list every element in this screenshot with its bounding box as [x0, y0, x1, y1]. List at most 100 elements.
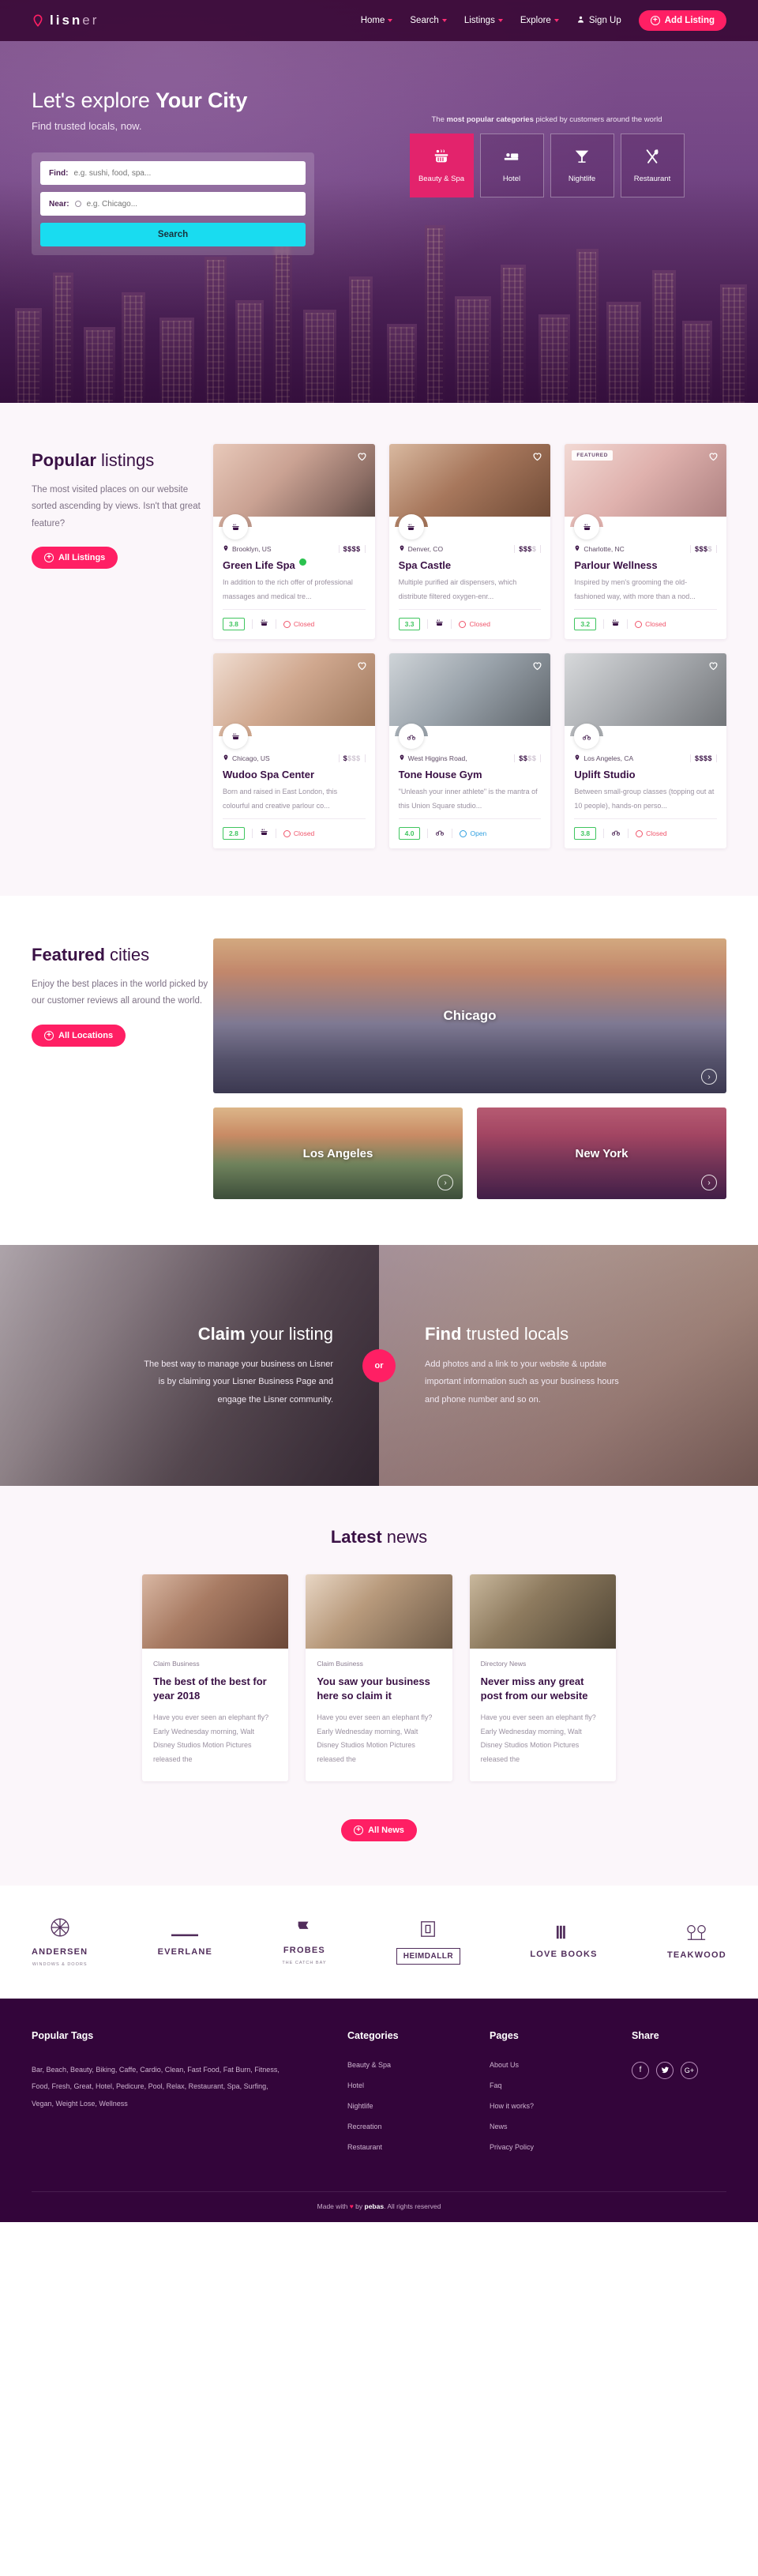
footer-category-link[interactable]: Recreation [347, 2123, 490, 2130]
all-listings-button[interactable]: + All Listings [32, 546, 118, 569]
near-field[interactable]: Near: [40, 192, 306, 216]
find-input[interactable] [73, 168, 297, 178]
cocktail-icon [573, 148, 591, 169]
claim-listing-panel[interactable]: Claim your listing The best way to manag… [0, 1245, 379, 1486]
google-plus-icon[interactable]: G+ [681, 2061, 698, 2079]
city-tile-chicago[interactable]: Chicago › [213, 938, 726, 1093]
arrow-right-icon[interactable]: › [437, 1175, 453, 1190]
category-tile-beauty-spa[interactable]: Beauty & Spa [409, 134, 474, 197]
category-tile-restaurant[interactable]: Restaurant [620, 134, 685, 197]
news-headline[interactable]: You saw your business here so claim it [317, 1675, 441, 1703]
listing-card[interactable]: Los Angeles, CA $$$$ Uplift Studio Between … [565, 653, 726, 848]
listing-card[interactable]: Chicago, US $$$$ Wudoo Spa Center Born and … [213, 653, 375, 848]
near-input[interactable] [86, 199, 297, 209]
find-field[interactable]: Find: [40, 161, 306, 185]
brand-logo[interactable]: lisner [32, 13, 99, 28]
all-locations-label: All Locations [58, 1030, 114, 1040]
news-category[interactable]: Claim Business [153, 1660, 277, 1668]
all-locations-button[interactable]: + All Locations [32, 1024, 126, 1047]
city-tile-los-angeles[interactable]: Los Angeles › [213, 1107, 463, 1199]
news-category[interactable]: Directory News [481, 1660, 605, 1668]
listing-card[interactable]: Brooklyn, US $$$$ Green Life Spa In additio… [213, 444, 375, 639]
twitter-icon[interactable] [656, 2061, 674, 2079]
copyright-post: . All rights reserved [384, 2202, 441, 2210]
footer-page-link[interactable]: News [490, 2123, 632, 2130]
nav-item-signup[interactable]: Sign Up [576, 15, 621, 26]
listing-name[interactable]: Uplift Studio [574, 769, 717, 780]
footer-category-link[interactable]: Nightlife [347, 2102, 490, 2110]
favorite-heart-icon[interactable] [356, 450, 368, 462]
nav-item-listings[interactable]: Listings [464, 16, 503, 25]
news-card[interactable]: Claim Business The best of the best for y… [142, 1574, 289, 1781]
footer-page-link[interactable]: How it works? [490, 2102, 632, 2110]
arrow-right-icon[interactable]: › [701, 1069, 717, 1085]
news-headline[interactable]: Never miss any great post from our websi… [481, 1675, 605, 1703]
listing-card[interactable]: West Higgins Road, $$$$ Tone House Gym "Unl… [388, 653, 551, 848]
category-tile-nightlife[interactable]: Nightlife [550, 134, 614, 197]
listing-status: Closed [283, 829, 314, 837]
nav-item-explore[interactable]: Explore [520, 16, 559, 25]
favorite-heart-icon[interactable] [356, 660, 368, 671]
listing-name[interactable]: Tone House Gym [399, 769, 542, 780]
clock-icon [460, 829, 467, 837]
add-listing-button[interactable]: + Add Listing [638, 10, 726, 31]
category-tile-hotel[interactable]: Hotel [479, 134, 544, 197]
location-text: Los Angeles, CA [584, 754, 634, 762]
favorite-heart-icon[interactable] [531, 450, 543, 462]
facebook-icon[interactable]: f [632, 2061, 649, 2079]
plus-circle-icon: + [44, 1030, 54, 1040]
map-pin-icon [574, 544, 580, 554]
listing-rating: 3.2 [574, 618, 597, 630]
footer-category-link[interactable]: Beauty & Spa [347, 2061, 490, 2069]
find-locals-panel[interactable]: Find trusted locals Add photos and a lin… [379, 1245, 758, 1486]
price-range: $$$$ [514, 754, 542, 762]
latest-news-section: Latest news Claim Business The best of th… [0, 1486, 758, 1886]
partner-logo: EVERLANE [158, 1927, 213, 1957]
favorite-heart-icon[interactable] [707, 450, 719, 462]
footer-page-link[interactable]: About Us [490, 2061, 632, 2069]
listing-description: In addition to the rich offer of profess… [223, 578, 353, 600]
listing-name[interactable]: Green Life Spa [223, 558, 366, 571]
footer-categories-heading: Categories [347, 2029, 399, 2041]
footer-page-link[interactable]: Faq [490, 2081, 632, 2089]
divider [251, 619, 253, 629]
popular-listings-section: Popular listings The most visited places… [0, 403, 758, 896]
news-headline[interactable]: The best of the best for year 2018 [153, 1675, 277, 1703]
all-news-button[interactable]: + All News [341, 1818, 417, 1841]
divider [427, 619, 429, 629]
listing-name[interactable]: Parlour Wellness [574, 559, 717, 571]
clock-icon [283, 829, 291, 837]
nav-item-search[interactable]: Search [410, 16, 447, 25]
footer-category-link[interactable]: Restaurant [347, 2143, 490, 2151]
copyright-brand[interactable]: pebas [365, 2202, 385, 2210]
listing-name[interactable]: Spa Castle [399, 559, 542, 571]
footer-category-link[interactable]: Hotel [347, 2081, 490, 2089]
listing-description: Born and raised in East London, this col… [223, 788, 338, 810]
listing-image: FEATURED [565, 444, 726, 540]
favorite-heart-icon[interactable] [707, 660, 719, 671]
clock-icon [283, 620, 291, 628]
footer-tags-heading: Popular Tags [32, 2029, 94, 2041]
listing-location: Denver, CO [399, 544, 443, 554]
listing-logo [223, 724, 248, 749]
news-card[interactable]: Claim Business You saw your business here… [306, 1574, 452, 1781]
listing-name[interactable]: Wudoo Spa Center [223, 769, 366, 780]
nav-label: Search [410, 16, 439, 25]
listing-card[interactable]: FEATURED Charlotte, NC $$$$ Parlour Wellnes… [565, 444, 726, 639]
news-category[interactable]: Claim Business [317, 1660, 441, 1668]
search-button[interactable]: Search [40, 223, 306, 246]
listing-card[interactable]: Denver, CO $$$$ Spa Castle Multiple purifie… [388, 444, 551, 639]
arrow-right-icon[interactable]: › [701, 1175, 717, 1190]
price-range: $$$$ [338, 754, 366, 762]
footer-tags-column: Popular Tags Bar, Beach, Beauty, Biking,… [32, 2030, 347, 2164]
footer-tags-list[interactable]: Bar, Beach, Beauty, Biking, Caffe, Cardi… [32, 2062, 292, 2113]
news-card[interactable]: Directory News Never miss any great post … [469, 1574, 616, 1781]
favorite-heart-icon[interactable] [531, 660, 543, 671]
clock-icon [459, 620, 467, 628]
footer-page-link[interactable]: Privacy Policy [490, 2143, 632, 2151]
nav-item-home[interactable]: Home [361, 16, 393, 25]
geolocation-icon[interactable] [74, 201, 81, 207]
partner-name: FROBES [283, 1945, 325, 1955]
copyright-pre: Made with [317, 2202, 350, 2210]
city-tile-new-york[interactable]: New York › [477, 1107, 726, 1199]
